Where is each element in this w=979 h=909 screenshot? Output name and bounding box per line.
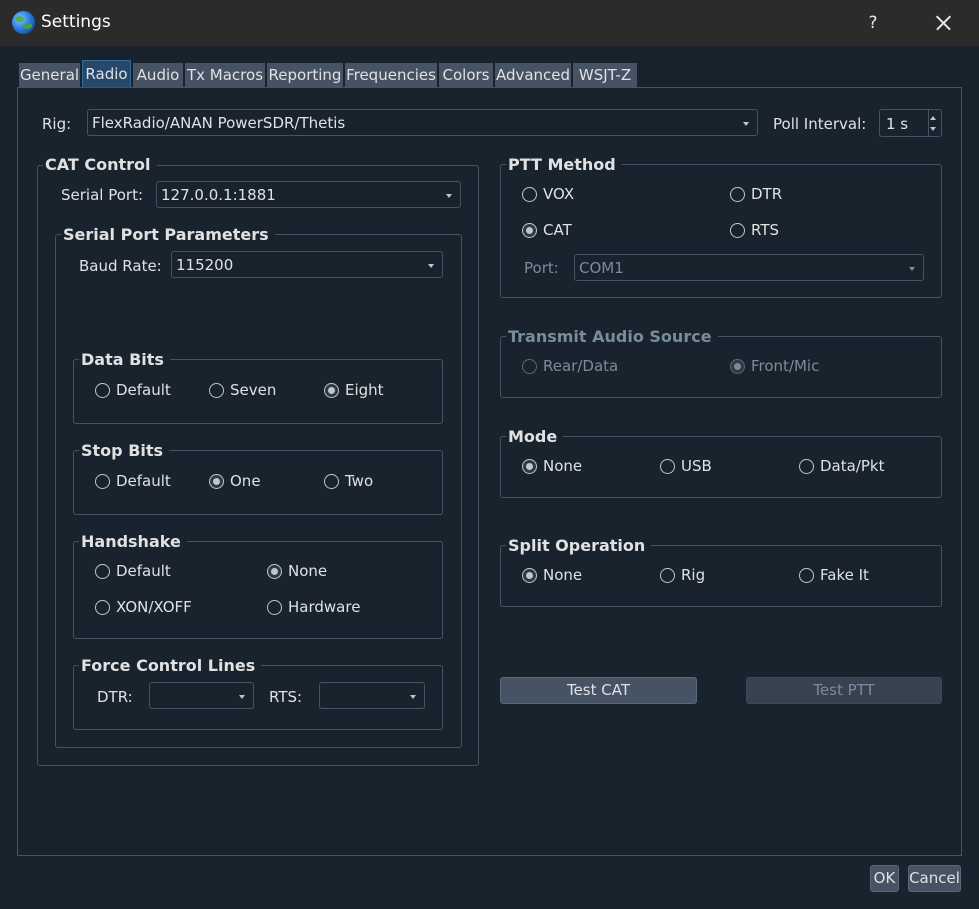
title-bar (0, 0, 979, 46)
handshake-group (73, 541, 443, 639)
baud-rate-select[interactable]: 115200 (171, 251, 443, 278)
chevron-down-icon (446, 194, 452, 198)
chevron-down-icon (743, 122, 749, 126)
ok-button[interactable]: OK (870, 865, 899, 892)
stop-bits-title: Stop Bits (79, 441, 170, 460)
rig-label: Rig: (42, 115, 72, 133)
serial-port-value: 127.0.0.1:1881 (161, 186, 276, 204)
ptt-port-label: Port: (524, 259, 559, 277)
ptt-port-value: COM1 (579, 259, 624, 277)
mode-title: Mode (506, 427, 564, 446)
serial-port-parameters-title: Serial Port Parameters (61, 225, 275, 244)
chevron-down-icon (909, 267, 915, 271)
handshake-title: Handshake (79, 532, 187, 551)
dtr-select[interactable] (149, 682, 254, 709)
spin-divider (928, 110, 929, 136)
dtr-label: DTR: (97, 688, 133, 706)
transmit-audio-source-title: Transmit Audio Source (506, 327, 718, 346)
serial-port-label: Serial Port: (61, 186, 144, 204)
tab-tx-macros[interactable]: Tx Macros (185, 63, 265, 87)
close-icon[interactable] (928, 8, 958, 38)
tab-frequencies[interactable]: Frequencies (345, 63, 437, 87)
rig-select[interactable]: FlexRadio/ANAN PowerSDR/Thetis (87, 109, 758, 136)
split-operation-title: Split Operation (506, 536, 652, 555)
poll-interval-value: 1 s (886, 115, 909, 133)
chevron-down-icon (410, 695, 416, 699)
globe-icon (12, 11, 35, 34)
tab-radio[interactable]: Radio (82, 60, 131, 87)
tab-colors[interactable]: Colors (439, 63, 493, 87)
cat-control-title: CAT Control (43, 155, 157, 174)
chevron-down-icon (239, 695, 245, 699)
chevron-up-icon[interactable] (930, 116, 936, 120)
window-title: Settings (41, 12, 111, 32)
serial-port-select[interactable]: 127.0.0.1:1881 (156, 181, 461, 208)
poll-interval-spinbox[interactable]: 1 s (879, 109, 942, 137)
tab-audio[interactable]: Audio (133, 63, 183, 87)
chevron-down-icon (428, 264, 434, 268)
data-bits-title: Data Bits (79, 350, 170, 369)
ptt-method-title: PTT Method (506, 155, 622, 174)
baud-rate-label: Baud Rate: (79, 257, 162, 275)
tab-reporting[interactable]: Reporting (267, 63, 343, 87)
test-ptt-button[interactable]: Test PTT (746, 677, 942, 704)
poll-interval-label: Poll Interval: (773, 115, 867, 133)
tab-general[interactable]: General (19, 63, 80, 87)
chevron-down-icon[interactable] (930, 127, 936, 131)
test-cat-button[interactable]: Test CAT (500, 677, 697, 704)
force-control-lines-title: Force Control Lines (79, 656, 262, 675)
help-button[interactable]: ? (860, 10, 886, 36)
rig-value: FlexRadio/ANAN PowerSDR/Thetis (92, 114, 346, 132)
rts-select[interactable] (319, 682, 425, 709)
rts-label: RTS: (269, 688, 303, 706)
tab-wsjt-z[interactable]: WSJT-Z (573, 63, 637, 87)
baud-rate-value: 115200 (176, 256, 234, 274)
tab-advanced[interactable]: Advanced (495, 63, 571, 87)
ptt-port-select[interactable]: COM1 (574, 254, 924, 281)
cancel-button[interactable]: Cancel (908, 865, 961, 892)
